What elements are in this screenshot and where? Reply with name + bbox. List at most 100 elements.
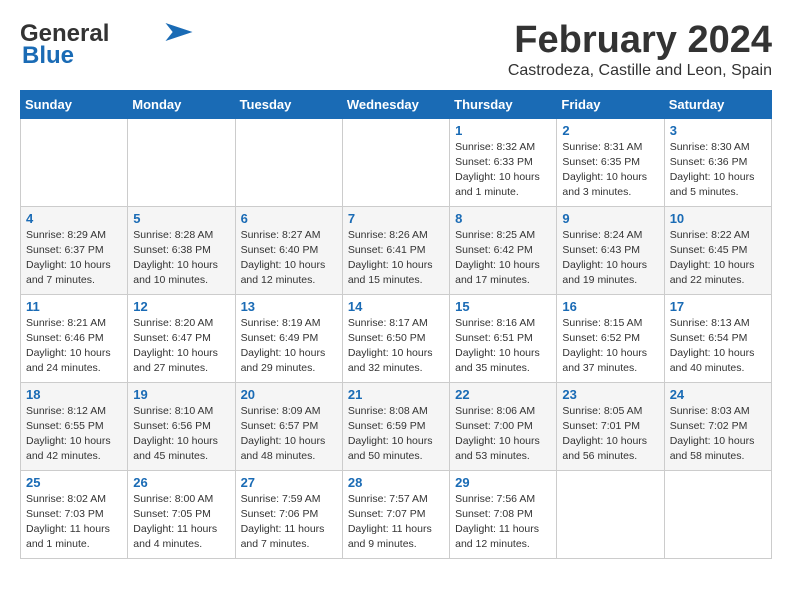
day-info: Sunrise: 8:16 AM Sunset: 6:51 PM Dayligh… [455,316,551,377]
calendar-cell: 3 Sunrise: 8:30 AM Sunset: 6:36 PM Daylig… [664,118,771,206]
calendar-cell: 26 Sunrise: 8:00 AM Sunset: 7:05 PM Dayli… [128,470,235,558]
logo-arrow-icon [165,23,193,41]
day-info: Sunrise: 7:57 AM Sunset: 7:07 PM Dayligh… [348,492,444,553]
day-number: 25 [26,475,122,490]
calendar-cell: 6 Sunrise: 8:27 AM Sunset: 6:40 PM Daylig… [235,206,342,294]
day-number: 28 [348,475,444,490]
day-info: Sunrise: 8:24 AM Sunset: 6:43 PM Dayligh… [562,228,658,289]
day-info: Sunrise: 8:19 AM Sunset: 6:49 PM Dayligh… [241,316,337,377]
calendar-cell: 27 Sunrise: 7:59 AM Sunset: 7:06 PM Dayli… [235,470,342,558]
col-thursday: Thursday [450,90,557,118]
calendar-cell [21,118,128,206]
day-info: Sunrise: 8:28 AM Sunset: 6:38 PM Dayligh… [133,228,229,289]
day-number: 15 [455,299,551,314]
calendar-cell: 19Sunrise: 8:10 AM Sunset: 6:56 PM Dayli… [128,382,235,470]
calendar-cell: 14 Sunrise: 8:17 AM Sunset: 6:50 PM Dayli… [342,294,449,382]
day-number: 10 [670,211,766,226]
calendar-cell: 22 Sunrise: 8:06 AM Sunset: 7:00 PM Dayli… [450,382,557,470]
calendar-cell: 20 Sunrise: 8:09 AM Sunset: 6:57 PM Dayli… [235,382,342,470]
day-number: 9 [562,211,658,226]
calendar-cell: 18 Sunrise: 8:12 AM Sunset: 6:55 PM Dayli… [21,382,128,470]
day-number: 11 [26,299,122,314]
calendar-cell [342,118,449,206]
day-info: Sunrise: 8:08 AM Sunset: 6:59 PM Dayligh… [348,404,444,465]
day-info: Sunrise: 7:56 AM Sunset: 7:08 PM Dayligh… [455,492,551,553]
col-wednesday: Wednesday [342,90,449,118]
week-row-1: 1 Sunrise: 8:32 AM Sunset: 6:33 PM Daylig… [21,118,772,206]
logo: General Blue [20,20,193,70]
calendar-cell: 25 Sunrise: 8:02 AM Sunset: 7:03 PM Dayli… [21,470,128,558]
day-number: 14 [348,299,444,314]
calendar-cell [128,118,235,206]
calendar-cell [235,118,342,206]
day-number: 2 [562,123,658,138]
logo-blue: Blue [20,42,74,70]
calendar-cell: 13 Sunrise: 8:19 AM Sunset: 6:49 PM Dayli… [235,294,342,382]
day-info: Sunrise: 8:21 AM Sunset: 6:46 PM Dayligh… [26,316,122,377]
day-number: 16 [562,299,658,314]
day-info: Sunrise: 8:05 AM Sunset: 7:01 PM Dayligh… [562,404,658,465]
week-row-5: 25 Sunrise: 8:02 AM Sunset: 7:03 PM Dayli… [21,470,772,558]
day-info: Sunrise: 8:09 AM Sunset: 6:57 PM Dayligh… [241,404,337,465]
col-friday: Friday [557,90,664,118]
day-number: 13 [241,299,337,314]
calendar-cell: 10 Sunrise: 8:22 AM Sunset: 6:45 PM Dayli… [664,206,771,294]
calendar-cell [664,470,771,558]
day-info: Sunrise: 7:59 AM Sunset: 7:06 PM Dayligh… [241,492,337,553]
day-info: Sunrise: 8:06 AM Sunset: 7:00 PM Dayligh… [455,404,551,465]
calendar-cell: 9 Sunrise: 8:24 AM Sunset: 6:43 PM Daylig… [557,206,664,294]
day-number: 27 [241,475,337,490]
day-number: 26 [133,475,229,490]
day-info: Sunrise: 8:03 AM Sunset: 7:02 PM Dayligh… [670,404,766,465]
day-info: Sunrise: 8:00 AM Sunset: 7:05 PM Dayligh… [133,492,229,553]
calendar-cell: 28 Sunrise: 7:57 AM Sunset: 7:07 PM Dayli… [342,470,449,558]
month-year-title: February 2024 [508,20,772,62]
day-info: Sunrise: 8:32 AM Sunset: 6:33 PM Dayligh… [455,140,551,201]
col-tuesday: Tuesday [235,90,342,118]
day-info: Sunrise: 8:31 AM Sunset: 6:35 PM Dayligh… [562,140,658,201]
day-info: Sunrise: 8:15 AM Sunset: 6:52 PM Dayligh… [562,316,658,377]
col-monday: Monday [128,90,235,118]
day-info: Sunrise: 8:13 AM Sunset: 6:54 PM Dayligh… [670,316,766,377]
day-info: Sunrise: 8:02 AM Sunset: 7:03 PM Dayligh… [26,492,122,553]
calendar-cell: 21 Sunrise: 8:08 AM Sunset: 6:59 PM Dayli… [342,382,449,470]
day-number: 7 [348,211,444,226]
calendar-cell: 8Sunrise: 8:25 AM Sunset: 6:42 PM Daylig… [450,206,557,294]
title-area: February 2024 Castrodeza, Castille and L… [508,20,772,80]
calendar-cell: 23 Sunrise: 8:05 AM Sunset: 7:01 PM Dayli… [557,382,664,470]
day-number: 24 [670,387,766,402]
calendar-cell: 2 Sunrise: 8:31 AM Sunset: 6:35 PM Daylig… [557,118,664,206]
day-info: Sunrise: 8:17 AM Sunset: 6:50 PM Dayligh… [348,316,444,377]
calendar-cell: 1 Sunrise: 8:32 AM Sunset: 6:33 PM Daylig… [450,118,557,206]
day-number: 6 [241,211,337,226]
location-subtitle: Castrodeza, Castille and Leon, Spain [508,62,772,80]
day-number: 12 [133,299,229,314]
day-info: Sunrise: 8:26 AM Sunset: 6:41 PM Dayligh… [348,228,444,289]
day-number: 18 [26,387,122,402]
calendar-cell: 17 Sunrise: 8:13 AM Sunset: 6:54 PM Dayli… [664,294,771,382]
day-info: Sunrise: 8:30 AM Sunset: 6:36 PM Dayligh… [670,140,766,201]
day-info: Sunrise: 8:20 AM Sunset: 6:47 PM Dayligh… [133,316,229,377]
day-number: 23 [562,387,658,402]
calendar-header-row: Sunday Monday Tuesday Wednesday Thursday… [21,90,772,118]
col-saturday: Saturday [664,90,771,118]
day-number: 22 [455,387,551,402]
calendar-cell: 5Sunrise: 8:28 AM Sunset: 6:38 PM Daylig… [128,206,235,294]
day-info: Sunrise: 8:22 AM Sunset: 6:45 PM Dayligh… [670,228,766,289]
day-number: 3 [670,123,766,138]
calendar-table: Sunday Monday Tuesday Wednesday Thursday… [20,90,772,559]
day-number: 20 [241,387,337,402]
calendar-cell: 7 Sunrise: 8:26 AM Sunset: 6:41 PM Daylig… [342,206,449,294]
day-number: 1 [455,123,551,138]
calendar-cell: 16 Sunrise: 8:15 AM Sunset: 6:52 PM Dayli… [557,294,664,382]
week-row-2: 4Sunrise: 8:29 AM Sunset: 6:37 PM Daylig… [21,206,772,294]
calendar-cell: 12 Sunrise: 8:20 AM Sunset: 6:47 PM Dayli… [128,294,235,382]
day-number: 29 [455,475,551,490]
day-number: 21 [348,387,444,402]
day-number: 19 [133,387,229,402]
day-info: Sunrise: 8:27 AM Sunset: 6:40 PM Dayligh… [241,228,337,289]
day-info: Sunrise: 8:12 AM Sunset: 6:55 PM Dayligh… [26,404,122,465]
day-number: 17 [670,299,766,314]
day-number: 4 [26,211,122,226]
day-number: 8 [455,211,551,226]
